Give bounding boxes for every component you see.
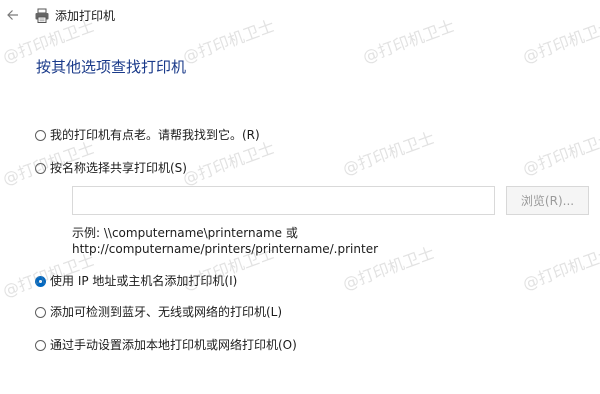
option-ip-hostname-label: 使用 IP 地址或主机名添加打印机(I) (50, 274, 238, 288)
radio-printer-old[interactable] (35, 129, 46, 141)
radio-bluetooth-wireless[interactable] (35, 306, 46, 318)
back-button[interactable] (3, 5, 23, 25)
watermark: @打印机卫士 (340, 128, 437, 179)
option-printer-old[interactable]: 我的打印机有点老。请帮我找到它。(R) (35, 126, 260, 144)
option-manual-setup-label: 通过手动设置添加本地打印机或网络打印机(O) (50, 338, 297, 352)
printer-icon (35, 8, 49, 23)
watermark: @打印机卫士 (520, 128, 600, 179)
example-text: 示例: \\computername\printername 或 http://… (72, 225, 378, 257)
radio-shared-by-name[interactable] (35, 162, 46, 174)
option-shared-by-name-label: 按名称选择共享打印机(S) (50, 161, 187, 175)
radio-manual-setup[interactable] (35, 339, 46, 351)
watermark: @打印机卫士 (520, 243, 600, 294)
window-title: 添加打印机 (55, 9, 116, 23)
option-manual-setup[interactable]: 通过手动设置添加本地打印机或网络打印机(O) (35, 336, 297, 354)
radio-ip-hostname[interactable] (35, 275, 46, 287)
browse-button[interactable]: 浏览(R)... (506, 186, 589, 215)
option-bluetooth-wireless[interactable]: 添加可检测到蓝牙、无线或网络的打印机(L) (35, 303, 282, 321)
example-line-2: http://computername/printers/printername… (72, 242, 379, 256)
title-bar: 添加打印机 (0, 0, 600, 32)
back-arrow-icon (7, 10, 18, 20)
option-shared-by-name[interactable]: 按名称选择共享打印机(S) (35, 159, 187, 177)
option-printer-old-label: 我的打印机有点老。请帮我找到它。(R) (50, 128, 260, 142)
option-ip-hostname[interactable]: 使用 IP 地址或主机名添加打印机(I) (35, 272, 237, 290)
example-line-1: 示例: \\computername\printername 或 (72, 226, 298, 240)
shared-printer-name-input[interactable] (72, 186, 495, 215)
option-bluetooth-wireless-label: 添加可检测到蓝牙、无线或网络的打印机(L) (50, 305, 283, 319)
page-heading: 按其他选项查找打印机 (36, 58, 187, 76)
